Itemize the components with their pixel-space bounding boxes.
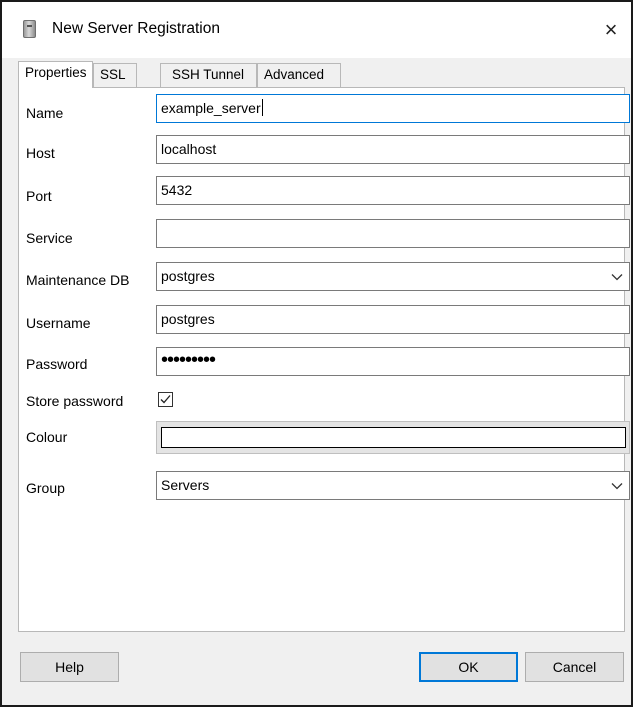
- host-input[interactable]: localhost: [156, 135, 630, 164]
- tab-ssl[interactable]: SSL: [93, 63, 137, 87]
- tab-properties[interactable]: Properties: [18, 61, 93, 88]
- username-label: Username: [26, 315, 91, 331]
- name-value: example_server: [161, 100, 261, 116]
- properties-panel: Name example_server Host localhost Port …: [18, 87, 630, 632]
- server-icon: [23, 20, 36, 38]
- port-label: Port: [26, 188, 52, 204]
- maintenance-db-select[interactable]: postgres: [156, 262, 630, 291]
- tab-ssh-tunnel[interactable]: SSH Tunnel: [160, 63, 257, 87]
- text-caret: [261, 99, 263, 116]
- group-value: Servers: [161, 477, 210, 493]
- store-password-label: Store password: [26, 393, 124, 409]
- ok-button[interactable]: OK: [419, 652, 518, 682]
- service-label: Service: [26, 230, 73, 246]
- checkmark-icon: [160, 395, 171, 404]
- window-title: New Server Registration: [52, 20, 220, 37]
- help-button[interactable]: Help: [20, 652, 119, 682]
- password-input[interactable]: •••••••••: [156, 347, 630, 376]
- group-label: Group: [26, 480, 65, 496]
- title-bar: New Server Registration ×: [2, 2, 631, 58]
- group-select[interactable]: Servers: [156, 471, 630, 500]
- service-input[interactable]: [156, 219, 630, 248]
- close-icon[interactable]: ×: [591, 12, 631, 48]
- colour-swatch: [161, 427, 626, 448]
- new-server-registration-dialog: New Server Registration × Properties SSL…: [0, 0, 633, 707]
- chevron-down-icon: [611, 483, 623, 490]
- name-label: Name: [26, 105, 64, 121]
- store-password-checkbox[interactable]: [158, 392, 173, 407]
- maintenance-db-label: Maintenance DB: [26, 272, 130, 288]
- name-input[interactable]: example_server: [156, 94, 630, 123]
- password-label: Password: [26, 356, 88, 372]
- chevron-down-icon: [611, 274, 623, 281]
- username-input[interactable]: postgres: [156, 305, 630, 334]
- colour-label: Colour: [26, 429, 68, 445]
- port-input[interactable]: 5432: [156, 176, 630, 205]
- maintenance-db-value: postgres: [161, 268, 215, 284]
- cancel-button[interactable]: Cancel: [525, 652, 624, 682]
- password-value: •••••••••: [161, 349, 216, 371]
- colour-picker[interactable]: [156, 421, 630, 454]
- host-label: Host: [26, 145, 55, 161]
- tab-advanced[interactable]: Advanced: [257, 63, 341, 87]
